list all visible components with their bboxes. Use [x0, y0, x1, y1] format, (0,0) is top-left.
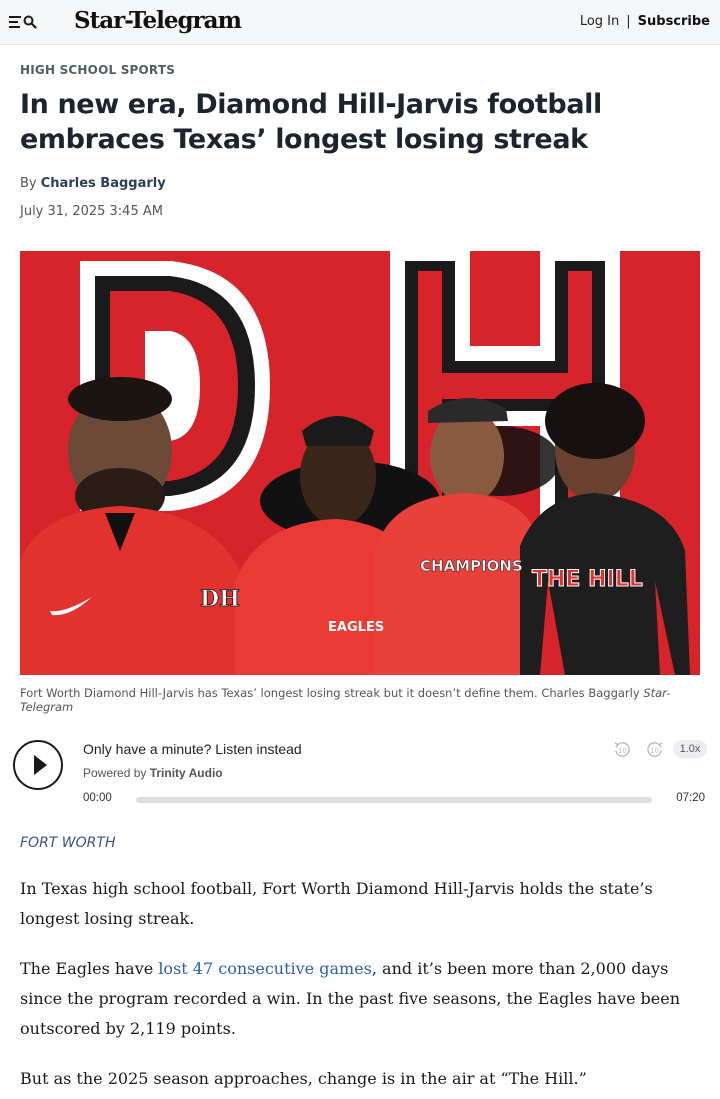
- account-links: Log In | Subscribe: [580, 14, 710, 29]
- powered-by-brand[interactable]: Trinity Audio: [150, 766, 223, 780]
- powered-by-prefix: Powered by: [83, 766, 147, 780]
- byline-prefix: By: [20, 176, 37, 191]
- paragraph-3: But as the 2025 season approaches, chang…: [20, 1069, 587, 1088]
- forward-button[interactable]: 10: [645, 740, 664, 759]
- shirt-text-champions: CHAMPIONS: [420, 557, 523, 575]
- section-label[interactable]: HIGH SCHOOL SPORTS: [20, 63, 175, 77]
- subscribe-link[interactable]: Subscribe: [638, 14, 710, 29]
- paragraph-2: The Eagles have lost 47 consecutive game…: [20, 954, 700, 1044]
- search-icon: [23, 15, 37, 29]
- rewind-10-icon: 10: [614, 742, 630, 757]
- losing-streak-link[interactable]: lost 47 consecutive games: [158, 959, 372, 978]
- svg-text:10: 10: [650, 747, 658, 755]
- shirt-text-eagles: EAGLES: [328, 620, 384, 635]
- playback-speed-button[interactable]: 1.0x: [673, 740, 707, 758]
- audio-player: Only have a minute? Listen instead Power…: [0, 730, 720, 810]
- author-link[interactable]: Charles Baggarly: [41, 176, 166, 191]
- location-dateline: FORT WORTH: [20, 835, 116, 851]
- shirt-text-the-hill: THE HILL: [532, 567, 643, 592]
- rewind-button[interactable]: 10: [613, 740, 632, 759]
- current-time: 00:00: [83, 792, 112, 804]
- menu-search-button[interactable]: [9, 11, 41, 33]
- paragraph-2-text: The Eagles have: [20, 959, 159, 978]
- photo-wall-text: DH: [200, 586, 240, 612]
- svg-text:10: 10: [618, 747, 626, 755]
- photo-caption: Fort Worth Diamond Hill-Jarvis has Texas…: [20, 686, 710, 714]
- forward-10-icon: 10: [647, 742, 663, 757]
- login-link[interactable]: Log In: [580, 14, 619, 29]
- menu-icon: [9, 16, 21, 28]
- total-time: 07:20: [676, 792, 705, 804]
- powered-by: Powered by Trinity Audio: [83, 766, 223, 780]
- progress-bar[interactable]: [136, 797, 652, 803]
- play-icon: [34, 755, 47, 775]
- audio-title: Only have a minute? Listen instead: [83, 741, 302, 757]
- lead-photo[interactable]: DH EAGLES CHAMPIONS THE HILL: [20, 251, 700, 675]
- publish-date: July 31, 2025 3:45 AM: [20, 204, 163, 219]
- play-button[interactable]: [13, 740, 63, 790]
- article-headline: In new era, Diamond Hill-Jarvis football…: [20, 89, 602, 155]
- byline: By Charles Baggarly: [20, 176, 166, 191]
- caption-text: Fort Worth Diamond Hill-Jarvis has Texas…: [20, 686, 640, 700]
- site-header: Star-Telegram Log In | Subscribe: [0, 0, 720, 45]
- header-separator: |: [626, 14, 631, 29]
- site-logo[interactable]: Star-Telegram: [74, 7, 242, 34]
- paragraph-1: In Texas high school football, Fort Wort…: [20, 879, 653, 928]
